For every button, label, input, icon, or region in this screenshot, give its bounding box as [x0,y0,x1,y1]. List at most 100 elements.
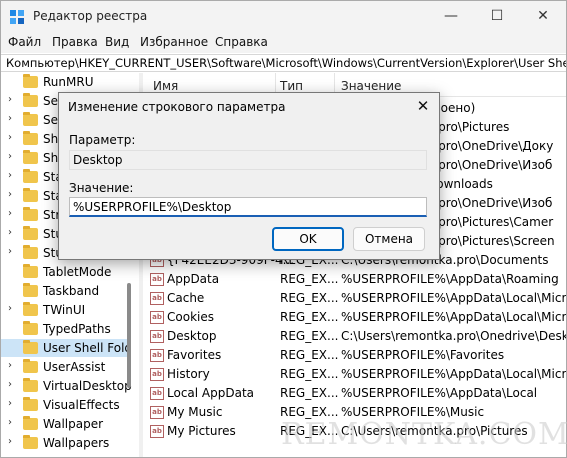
chevron-right-icon[interactable]: › [8,151,12,162]
chevron-right-icon[interactable]: › [8,379,12,390]
tree-item[interactable]: › VisualEffects [1,396,131,414]
folder-icon [23,359,38,373]
watermark: REMONTKA.COM [281,417,567,452]
tree-item[interactable]: User Shell Fold [1,339,133,357]
list-row[interactable]: ab Cookies REG_EX... %USERPROFILE%\AppData\… [144,308,566,327]
menu-view[interactable]: Вид [105,35,129,49]
chevron-right-icon[interactable]: › [8,398,12,409]
tree-scrollbar[interactable] [127,283,131,388]
chevron-right-icon[interactable]: › [8,436,12,447]
dialog-close-button[interactable]: ✕ [411,96,435,118]
row-name: My Pictures [167,424,236,438]
menu-file[interactable]: Файл [8,35,41,49]
tree-item[interactable]: › UserAssist [1,358,131,376]
folder-icon [23,435,38,449]
chevron-right-icon[interactable]: › [8,132,12,143]
string-value-icon: ab [150,349,164,362]
folder-icon [23,93,38,107]
list-row[interactable]: ab Favorites REG_EX... %USERPROFILE%\Favori… [144,346,566,365]
chevron-right-icon[interactable]: › [8,227,12,238]
row-value: %USERPROFILE%\AppData\Roaming [341,272,559,286]
row-name: Local AppData [167,386,255,400]
chevron-right-icon[interactable]: › [8,246,12,257]
folder-icon [23,207,38,221]
tree-item[interactable]: › VirtualDesktop [1,377,132,395]
row-value: a.pro\Pictures\Camer [427,215,554,229]
list-row[interactable]: ab Desktop REG_EX... C:\Users\remontka.pro\… [144,327,566,346]
tree-item-label: User Shell Fold [43,341,133,355]
row-value: %USERPROFILE%\AppData\Local\Micro [341,367,566,381]
menu-help[interactable]: Справка [215,35,268,49]
folder-icon [23,112,38,126]
row-type: REG_EX... [280,348,339,362]
chevron-right-icon[interactable]: › [8,360,12,371]
column-type[interactable]: Тип [280,79,303,93]
value-label: Значение: [69,181,134,195]
tree-item[interactable]: RunMRU [1,73,131,91]
folder-icon [23,245,38,259]
chevron-right-icon[interactable]: › [8,189,12,200]
chevron-right-icon[interactable]: › [8,170,12,181]
string-value-icon: ab [150,425,164,438]
address-bar[interactable]: Компьютер\HKEY_CURRENT_USER\Software\Mic… [1,54,566,72]
chevron-right-icon[interactable]: › [8,303,12,314]
minimize-button[interactable]: — [428,5,474,29]
row-type: REG_EX... [280,386,339,400]
folder-icon [23,397,38,411]
tree-item[interactable]: TabletMode [1,263,131,281]
tree-item[interactable]: › Wallpaper [1,415,131,433]
menu-edit[interactable]: Правка [52,35,98,49]
tree-item[interactable]: › TWinUI [1,301,131,319]
tree-item-label: VisualEffects [43,398,120,412]
string-value-icon: ab [150,330,164,343]
string-value-icon: ab [150,273,164,286]
row-type: REG_EX... [280,272,339,286]
row-value: a.pro\OneDrive\Доку [427,139,554,153]
tree-item[interactable]: › Wallpapers [1,434,131,452]
row-value: a.pro\OneDrive\Изоб [427,158,553,172]
list-row[interactable]: ab AppData REG_EX... %USERPROFILE%\AppData\… [144,270,566,289]
registry-editor-window: Редактор реестра — ☐ ✕ Файл Правка Вид И… [0,0,567,458]
row-value: a.pro\OneDrive\Изоб [427,196,553,210]
string-value-icon: ab [150,406,164,419]
folder-icon [23,131,38,145]
row-type: REG_EX... [280,310,339,324]
cancel-button[interactable]: Отмена [353,227,425,251]
list-row[interactable]: ab History REG_EX... %USERPROFILE%\AppData\… [144,365,566,384]
list-row[interactable]: ab Cache REG_EX... %USERPROFILE%\AppData\Lo… [144,289,566,308]
string-value-icon: ab [150,311,164,324]
row-type: REG_EX... [280,329,339,343]
list-row[interactable]: ab Local AppData REG_EX... %USERPROFILE%\Ap… [144,384,566,403]
dialog-title: Изменение строкового параметра [68,100,286,114]
chevron-right-icon[interactable]: › [8,94,12,105]
tree-item-label: UserAssist [43,360,106,374]
row-name: History [167,367,210,381]
string-value-icon: ab [150,368,164,381]
chevron-right-icon[interactable]: › [8,417,12,428]
menu-bar: Файл Правка Вид Избранное Справка [1,33,566,53]
row-name: My Music [167,405,223,419]
menu-favorites[interactable]: Избранное [140,35,208,49]
row-name: Cookies [167,310,214,324]
row-value: %USERPROFILE%\AppData\Local [341,386,538,400]
title-bar[interactable]: Редактор реестра — ☐ ✕ [1,1,566,33]
chevron-right-icon[interactable]: › [8,208,12,219]
tree-item[interactable]: TypedPaths [1,320,131,338]
close-button[interactable]: ✕ [520,5,566,29]
tree-item[interactable]: Taskband [1,282,131,300]
folder-icon [23,302,38,316]
column-name[interactable]: Имя [153,79,178,93]
row-name: Favorites [167,348,222,362]
folder-icon [23,150,38,164]
chevron-right-icon[interactable]: › [8,113,12,124]
folder-icon [23,283,38,297]
maximize-button[interactable]: ☐ [474,5,520,29]
row-value: C:\Users\remontka.pro\Onedrive\Deskt [341,329,566,343]
registry-editor-icon [10,10,24,24]
param-label: Параметр: [69,133,136,147]
column-value[interactable]: Значение [341,79,401,93]
tree-item-label: TypedPaths [43,322,111,336]
row-type: REG_EX... [280,367,339,381]
ok-button[interactable]: OK [272,227,344,251]
value-data-input[interactable]: %USERPROFILE%\Desktop [69,197,427,217]
